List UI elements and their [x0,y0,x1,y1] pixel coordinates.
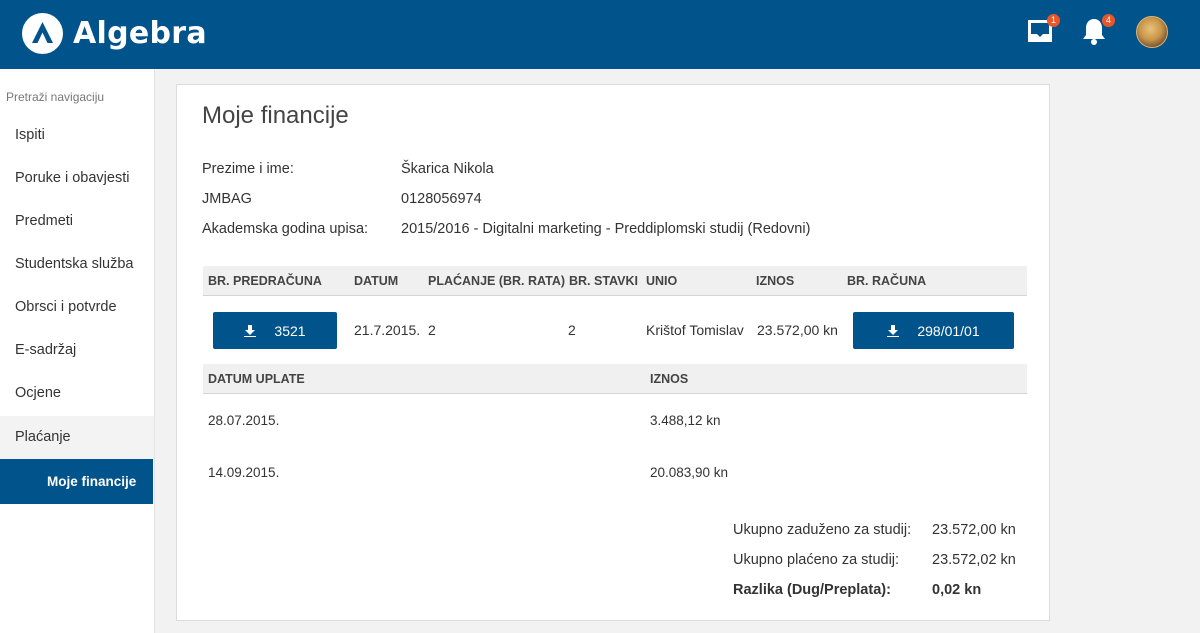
user-avatar[interactable] [1136,16,1168,48]
info-value-name: Škarica Nikola [401,161,494,177]
col-datum-uplate: DATUM UPLATE [208,372,305,386]
summary-label-placeno: Ukupno plaćeno za studij: [733,552,900,568]
page-title: Moje financije [202,102,349,129]
col-datum: DATUM [354,274,399,288]
invoice-stavki: 2 [568,322,576,338]
sidebar-subitem-moje-financije[interactable]: Moje financije [0,459,153,504]
sidebar-item-placanje[interactable]: Plaćanje [0,416,154,459]
predracun-number: 3521 [274,322,306,339]
sidebar-item-e-sadrzaj[interactable]: E-sadržaj [0,329,154,372]
racun-number: 298/01/01 [917,322,980,339]
sidebar-item-ispiti[interactable]: Ispiti [0,114,154,157]
finances-card: Moje financije Prezime i ime: Škarica Ni… [176,84,1050,621]
invoice-placanje: 2 [428,322,436,338]
invoice-datum: 21.7.2015. [354,322,421,338]
notifications-button[interactable]: 4 [1081,14,1115,47]
algebra-logo-icon [22,13,63,54]
download-icon [244,324,257,337]
payment-amount: 3.488,12 kn [650,413,721,428]
brand-name: Algebra [73,16,207,51]
summary-value-razlika: 0,02 kn [932,582,982,598]
notifications-badge: 4 [1102,14,1115,27]
sidebar-item-predmeti[interactable]: Predmeti [0,200,154,243]
info-value-jmbag: 0128056974 [401,191,482,207]
col-br-racuna: BR. RAČUNA [847,274,927,288]
messages-badge: 1 [1047,14,1060,27]
info-value-academic-year: 2015/2016 - Digitalni marketing - Preddi… [401,221,811,237]
col-unio: UNIO [646,274,678,288]
download-racun-button[interactable]: 298/01/01 [853,312,1014,349]
payment-date: 14.09.2015. [208,465,280,480]
invoice-table-header: BR. PREDRAČUNA DATUM PLAĆANJE (BR. RATA)… [203,266,1027,296]
messages-button[interactable]: 1 [1026,14,1060,47]
sidebar-nav: Pretraži navigaciju Ispiti Poruke i obav… [0,69,155,633]
top-bar: Algebra 1 4 [0,0,1200,69]
invoice-iznos: 23.572,00 kn [757,322,838,338]
download-icon [887,324,900,337]
summary-value-placeno: 23.572,02 kn [932,552,1016,568]
sidebar-item-poruke[interactable]: Poruke i obavjesti [0,157,154,200]
summary-value-zaduzeno: 23.572,00 kn [932,522,1016,538]
col-payment-iznos: IZNOS [650,372,689,386]
nav-search-input[interactable]: Pretraži navigaciju [6,90,104,104]
summary-label-razlika: Razlika (Dug/Preplata): [733,582,891,598]
col-iznos: IZNOS [756,274,795,288]
payment-date: 28.07.2015. [208,413,280,428]
brand-logo[interactable]: Algebra [22,13,207,54]
col-br-stavki: BR. STAVKI [569,274,638,288]
download-predracun-button[interactable]: 3521 [213,312,337,349]
sidebar-item-obrasci[interactable]: Obrsci i potvrde [0,286,154,329]
payments-table-header: DATUM UPLATE IZNOS [203,364,1027,394]
col-br-predracuna: BR. PREDRAČUNA [208,274,322,288]
info-label-name: Prezime i ime: [202,161,294,177]
col-placanje: PLAĆANJE (BR. RATA) [428,274,566,288]
info-label-jmbag: JMBAG [202,191,252,207]
sidebar-item-studentska-sluzba[interactable]: Studentska služba [0,243,154,286]
info-label-academic-year: Akademska godina upisa: [202,221,369,237]
sidebar-item-ocjene[interactable]: Ocjene [0,372,154,415]
payment-amount: 20.083,90 kn [650,465,729,480]
invoice-unio: Krištof Tomislav [646,322,744,338]
summary-label-zaduzeno: Ukupno zaduženo za studij: [733,522,912,538]
